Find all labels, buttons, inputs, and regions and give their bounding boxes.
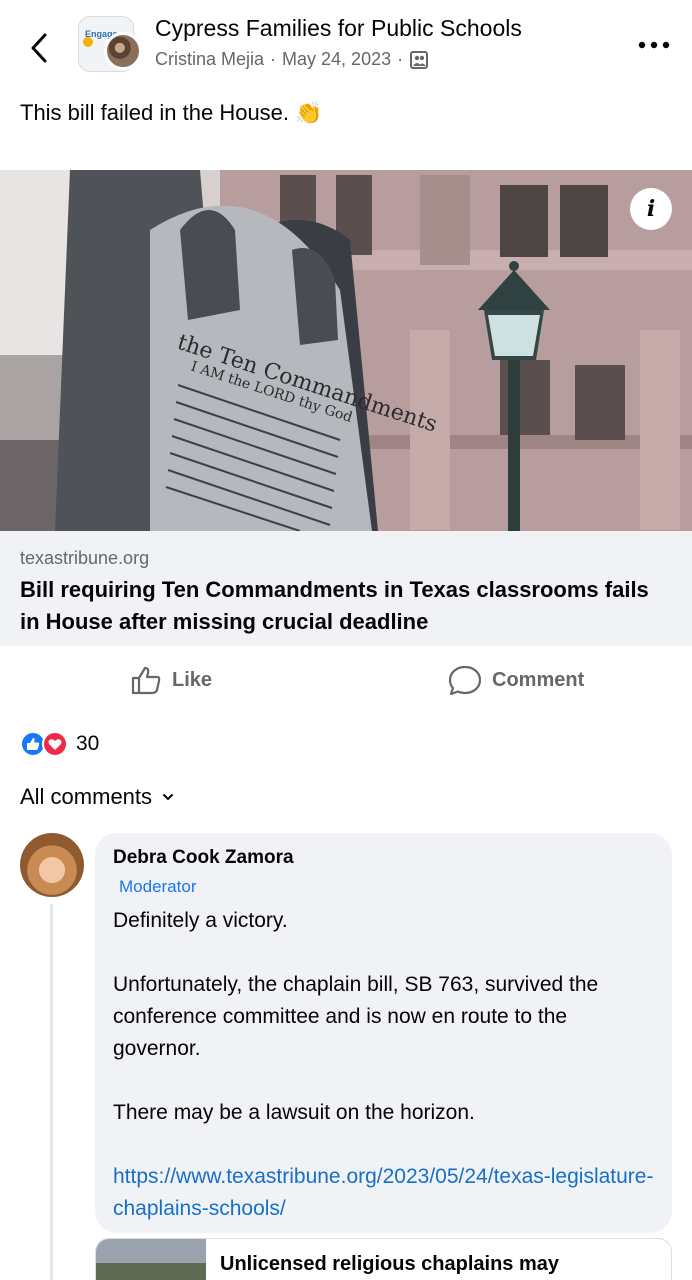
post-header: Engage Cypress Families for Public Schoo…: [0, 0, 692, 92]
commenter-name[interactable]: Debra Cook Zamora: [113, 847, 294, 869]
post-meta: Cristina Mejia · May 24, 2023 ·: [155, 49, 429, 70]
chevron-left-icon: [31, 33, 47, 63]
comment-bubble[interactable]: Debra Cook Zamora Moderator Definitely a…: [95, 833, 672, 1233]
ten-commandments-monument-photo: the Ten Commandments I AM the LORD thy G…: [0, 170, 692, 531]
meta-separator: ·: [270, 49, 277, 69]
love-reaction-icon: [42, 731, 68, 757]
comments-sort-label: All comments: [20, 784, 153, 809]
comment-paragraph: There may be a lawsuit on the horizon.: [113, 1101, 475, 1124]
link-preview-thumbnail: [96, 1239, 206, 1280]
chevron-down-icon: [163, 794, 174, 801]
comment-link-preview[interactable]: Unlicensed religious chaplains may: [95, 1238, 672, 1280]
reaction-count: 30: [76, 732, 100, 755]
comment-text: Definitely a victory. Unfortunately, the…: [113, 905, 658, 1225]
post-date[interactable]: May 24, 2023: [282, 49, 391, 70]
group-name[interactable]: Cypress Families for Public Schools: [155, 15, 522, 42]
thread-line: [50, 904, 53, 1280]
link-preview-card[interactable]: the Ten Commandments I AM the LORD thy G…: [0, 170, 692, 646]
link-title[interactable]: Bill requiring Ten Commandments in Texas…: [20, 574, 670, 638]
like-label: Like: [172, 668, 213, 691]
comment-button[interactable]: Comment: [448, 662, 584, 698]
moderator-badge: Moderator: [119, 877, 197, 896]
info-button[interactable]: i: [630, 188, 672, 230]
comments-sort-dropdown[interactable]: All comments: [20, 784, 174, 810]
meta-separator: ·: [397, 49, 404, 69]
comment-paragraph: Unfortunately, the chaplain bill, SB 763…: [113, 973, 599, 1060]
author-name[interactable]: Cristina Mejia: [155, 49, 264, 70]
group-privacy-icon: [410, 50, 429, 69]
more-options-button[interactable]: [634, 30, 674, 60]
commenter-avatar[interactable]: [20, 833, 84, 897]
comment-bubble-icon: [448, 665, 482, 696]
link-preview-title: Unlicensed religious chaplains may: [220, 1253, 560, 1275]
comment-label: Comment: [492, 668, 585, 691]
link-domain: texastribune.org: [20, 548, 150, 568]
thumbs-up-icon: [131, 666, 161, 695]
post-text: This bill failed in the House. 👏: [20, 100, 323, 125]
comment-paragraph: Definitely a victory.: [113, 909, 288, 932]
more-dots-icon: [638, 41, 670, 49]
author-avatar[interactable]: [104, 32, 142, 70]
reactions-summary[interactable]: 30: [20, 728, 99, 760]
group-avatar[interactable]: Engage: [78, 16, 142, 72]
back-button[interactable]: [24, 28, 54, 68]
like-button[interactable]: Like: [130, 662, 212, 698]
link-preview-image[interactable]: the Ten Commandments I AM the LORD thy G…: [0, 170, 692, 531]
comment-link[interactable]: https://www.texastribune.org/2023/05/24/…: [113, 1161, 658, 1225]
